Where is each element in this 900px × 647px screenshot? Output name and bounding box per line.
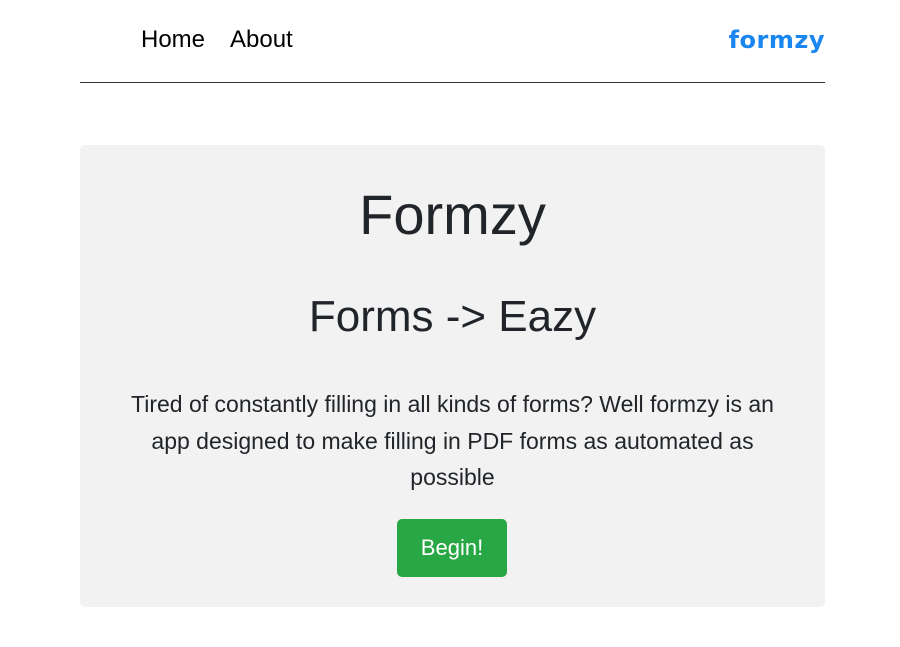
brand-logo[interactable]: formzy xyxy=(729,26,825,54)
hero-subtitle: Forms -> Eazy xyxy=(308,292,597,341)
nav-link-home[interactable]: Home xyxy=(141,26,205,54)
hero-description: Tired of constantly filling in all kinds… xyxy=(131,391,774,490)
nav-link-about[interactable]: About xyxy=(230,26,293,54)
hero-jumbotron: Formzy Forms -> Eazy Tired of constantly… xyxy=(80,145,825,607)
begin-button[interactable]: Begin! xyxy=(397,519,507,577)
hero-title: Formzy xyxy=(359,183,546,246)
navbar: Home About formzy xyxy=(80,0,825,83)
